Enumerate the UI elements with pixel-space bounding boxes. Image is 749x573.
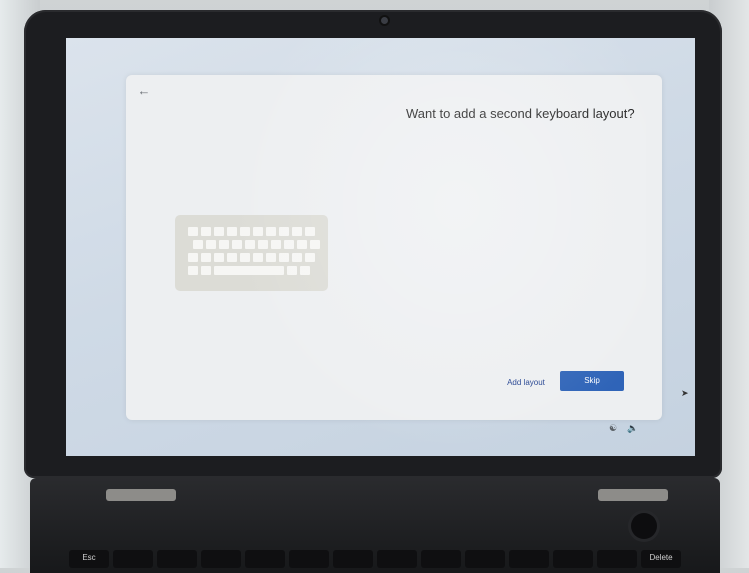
power-button[interactable]	[631, 513, 657, 539]
key-f6[interactable]	[333, 550, 373, 568]
keyboard-row: Esc Delete	[30, 550, 720, 568]
key-row	[193, 240, 320, 249]
setup-dialog: ← Want to add a second keyboard layout? …	[126, 75, 662, 420]
accessibility-icon[interactable]: ☯	[607, 422, 619, 434]
key-esc[interactable]: Esc	[69, 550, 109, 568]
key-f9[interactable]	[465, 550, 505, 568]
mouse-cursor-icon: ➤	[681, 388, 689, 398]
back-arrow-icon[interactable]: ←	[136, 83, 152, 99]
key-f12[interactable]	[597, 550, 637, 568]
key-f8[interactable]	[421, 550, 461, 568]
add-layout-button[interactable]: Add layout	[502, 375, 550, 391]
key-f4[interactable]	[245, 550, 285, 568]
key-f2[interactable]	[157, 550, 197, 568]
webcam-icon	[381, 17, 388, 24]
hinge-left	[106, 489, 176, 501]
key-row	[188, 266, 310, 275]
keyboard-illustration	[175, 215, 328, 291]
key-f11[interactable]	[553, 550, 593, 568]
key-row	[188, 227, 315, 236]
oobe-screen: ← Want to add a second keyboard layout? …	[66, 38, 695, 456]
key-f10[interactable]	[509, 550, 549, 568]
key-f3[interactable]	[201, 550, 241, 568]
key-f7[interactable]	[377, 550, 417, 568]
key-f1[interactable]	[113, 550, 153, 568]
hinge-right	[598, 489, 668, 501]
skip-button[interactable]: Skip	[560, 371, 624, 391]
key-delete[interactable]: Delete	[641, 550, 681, 568]
dialog-title: Want to add a second keyboard layout?	[406, 106, 635, 121]
volume-icon[interactable]: 🔈	[627, 422, 639, 434]
key-f5[interactable]	[289, 550, 329, 568]
key-row	[188, 253, 315, 262]
